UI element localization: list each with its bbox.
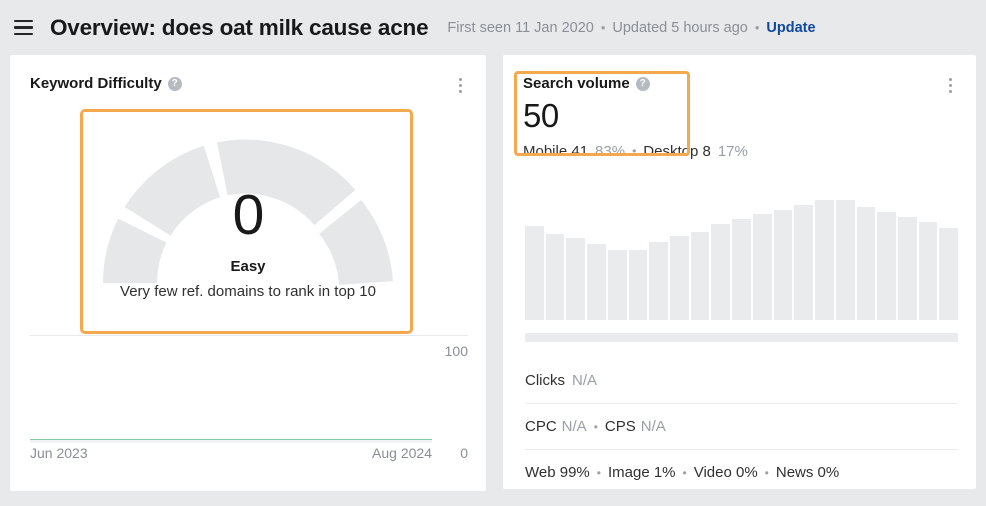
cpc-value: N/A (561, 418, 587, 435)
cps-value: N/A (640, 418, 666, 435)
cpc-pair: CPC N/A (525, 418, 587, 435)
keyword-difficulty-gauge: 0 Easy Very few ref. domains to rank in … (10, 95, 486, 347)
bar-20[interactable] (918, 221, 938, 320)
bar-10[interactable] (711, 224, 731, 320)
bar-9[interactable] (690, 232, 710, 320)
bar-4[interactable] (587, 244, 606, 320)
cps-label: CPS (604, 418, 636, 435)
mobile-percent: 83% (595, 142, 626, 160)
split-separator: • (632, 144, 637, 159)
more-options-icon[interactable] (452, 75, 468, 95)
bar-21[interactable] (939, 227, 959, 320)
page-title: Overview: does oat milk cause acne (50, 14, 429, 40)
bar-1[interactable] (525, 226, 544, 320)
updated-text: Updated 5 hours ago (612, 19, 748, 36)
page-meta: First seen 11 Jan 2020 • Updated 5 hours… (447, 20, 815, 36)
bar-16[interactable] (835, 200, 855, 320)
bar-14[interactable] (794, 204, 814, 320)
kebab-dot (458, 83, 462, 87)
hamburger-line (13, 26, 33, 29)
video-share: Video 0% (693, 464, 758, 481)
desktop-percent: 17% (717, 142, 748, 160)
clicks-label: Clicks (525, 371, 565, 389)
question-mark-icon[interactable]: ? (635, 76, 650, 91)
more-options-icon[interactable] (942, 75, 958, 95)
bar-7[interactable] (649, 242, 669, 320)
kebab-dot (948, 77, 952, 81)
top-bar: Overview: does oat milk cause acne First… (0, 0, 986, 55)
search-volume-header: Search volume ? (503, 55, 976, 95)
serp-features-row: Web 99% • Image 1% • Video 0% • News 0% (525, 449, 958, 495)
clicks-row: Clicks N/A (525, 357, 958, 403)
keyword-difficulty-header: Keyword Difficulty ? (10, 55, 486, 95)
trend-baseline (30, 440, 432, 443)
keyword-difficulty-title: Keyword Difficulty (30, 75, 162, 92)
kebab-dot (948, 89, 952, 93)
search-volume-title-group: Search volume ? (523, 75, 650, 92)
bar-3[interactable] (566, 238, 586, 320)
desktop-label: Desktop 8 (643, 142, 711, 160)
trend-max-label: 100 (444, 343, 468, 359)
keyword-difficulty-value: 0 (232, 183, 265, 247)
bar-5[interactable] (607, 250, 627, 320)
row-separator: • (682, 465, 687, 480)
hamburger-line (13, 32, 33, 36)
bar-17[interactable] (856, 207, 876, 320)
image-share: Image 1% (607, 464, 676, 481)
bar-15[interactable] (815, 200, 834, 320)
bar-13[interactable] (773, 209, 793, 320)
kebab-dot (948, 83, 952, 87)
update-link[interactable]: Update (766, 20, 815, 36)
row-separator: • (596, 465, 601, 480)
trend-x-end-label: Aug 2024 (372, 445, 432, 461)
keyword-difficulty-description: Very few ref. domains to rank in top 10 (120, 283, 376, 300)
question-mark-icon[interactable]: ? (167, 76, 182, 91)
mobile-label: Mobile 41 (523, 142, 589, 160)
hamburger-line (13, 19, 33, 23)
trend-x-start-label: Jun 2023 (30, 445, 88, 461)
kebab-dot (458, 89, 462, 93)
web-share: Web 99% (525, 464, 590, 481)
trend-plot-area (30, 339, 432, 443)
bar-2[interactable] (545, 233, 565, 320)
search-volume-title: Search volume (523, 75, 630, 92)
clicks-value: N/A (572, 371, 598, 389)
keyword-difficulty-title-group: Keyword Difficulty ? (30, 75, 182, 92)
trend-min-label: 0 (460, 445, 468, 461)
keyword-difficulty-trend-chart: 100 0 Jun 2023 Aug 2024 (30, 335, 468, 471)
meta-separator: • (600, 20, 606, 35)
cards-row: Keyword Difficulty ? 0 Easy Very few ref… (0, 55, 986, 491)
bar-18[interactable] (877, 212, 896, 320)
cpc-label: CPC (525, 418, 557, 435)
row-separator: • (593, 419, 598, 434)
bar-11[interactable] (732, 219, 751, 320)
news-share: News 0% (775, 464, 840, 481)
search-volume-device-split: Mobile 41 83% • Desktop 8 17% (503, 135, 976, 160)
keyword-difficulty-label: Easy (230, 258, 266, 275)
meta-separator: • (754, 20, 760, 35)
search-volume-scrollbar[interactable] (525, 333, 958, 342)
hamburger-menu-icon[interactable] (10, 15, 36, 41)
bar-19[interactable] (897, 216, 917, 320)
search-volume-metrics: Clicks N/A CPC N/A • CPS N/A Web 99% • I… (525, 357, 958, 495)
search-volume-bar-chart (525, 200, 959, 320)
cps-pair: CPS N/A (605, 418, 666, 435)
trend-line-graphic (30, 439, 432, 443)
bar-12[interactable] (752, 214, 772, 320)
cpc-cps-row: CPC N/A • CPS N/A (525, 403, 958, 449)
keyword-difficulty-card: Keyword Difficulty ? 0 Easy Very few ref… (10, 55, 486, 491)
first-seen-text: First seen 11 Jan 2020 (447, 19, 594, 36)
kebab-dot (458, 77, 462, 81)
search-volume-value: 50 (523, 97, 559, 134)
search-volume-card: Search volume ? 50 Mobile 41 83% • Deskt… (503, 55, 976, 489)
trend-top-rule (30, 335, 468, 336)
row-separator: • (764, 465, 769, 480)
bar-6[interactable] (628, 250, 648, 320)
bar-8[interactable] (670, 236, 689, 320)
